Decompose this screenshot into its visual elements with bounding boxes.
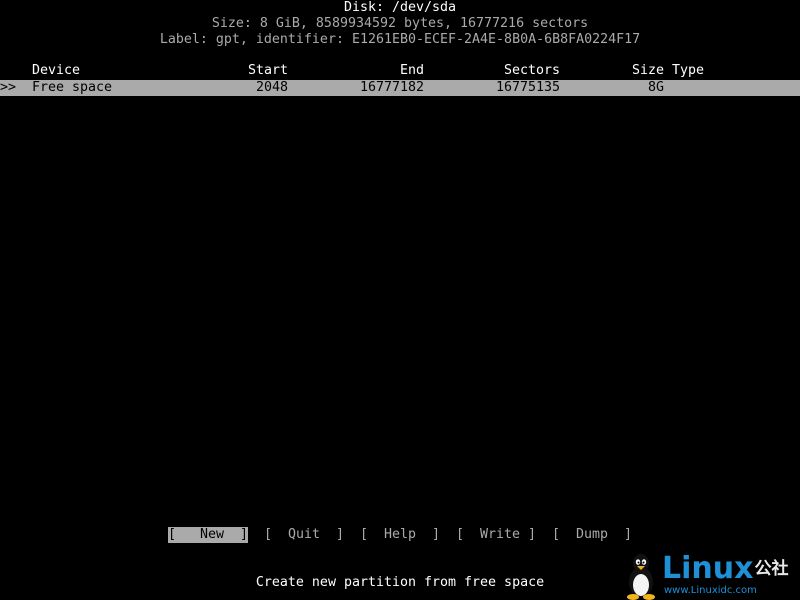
watermark-brand-cn: 公社 bbox=[754, 559, 789, 579]
cell-size: 8G bbox=[647, 80, 664, 95]
write-button[interactable]: [Write] bbox=[456, 527, 536, 543]
disk-size-info: Size: 8 GiB, 8589934592 bytes, 16777216 … bbox=[211, 16, 589, 31]
column-header-type: Type bbox=[672, 63, 705, 78]
table-row-free-space[interactable]: >> Free space 2048 16777182 16775135 8G bbox=[0, 80, 800, 96]
quit-button[interactable]: [Quit] bbox=[264, 527, 344, 543]
column-header-end: End bbox=[399, 63, 424, 78]
help-button[interactable]: [Help] bbox=[360, 527, 440, 543]
disk-label-info: Label: gpt, identifier: E1261EB0-ECEF-2A… bbox=[159, 32, 641, 47]
tux-penguin-icon bbox=[627, 554, 655, 600]
column-header-device: Device bbox=[32, 63, 81, 78]
cell-start: 2048 bbox=[255, 80, 288, 95]
dump-button[interactable]: [Dump] bbox=[552, 527, 632, 543]
selection-marker: >> bbox=[0, 80, 17, 95]
table-header: Device Start End Sectors Size Type bbox=[0, 63, 800, 79]
watermark-url: www.Linuxidc.com bbox=[664, 585, 757, 596]
cell-sectors: 16775135 bbox=[495, 80, 560, 95]
column-header-sectors: Sectors bbox=[503, 63, 560, 78]
new-button[interactable]: [New] bbox=[168, 527, 248, 543]
linuxidc-watermark: Linux公社 www.Linuxidc.com bbox=[622, 552, 800, 600]
cell-end: 16777182 bbox=[359, 80, 424, 95]
column-header-size: Size bbox=[631, 63, 664, 78]
cell-device: Free space bbox=[32, 80, 113, 95]
disk-title: Disk: /dev/sda bbox=[343, 0, 457, 15]
action-menu: [New] [Quit] [Help] [Write] [Dump] bbox=[0, 527, 800, 543]
column-header-start: Start bbox=[247, 63, 288, 78]
watermark-brand: Linux bbox=[662, 551, 754, 586]
